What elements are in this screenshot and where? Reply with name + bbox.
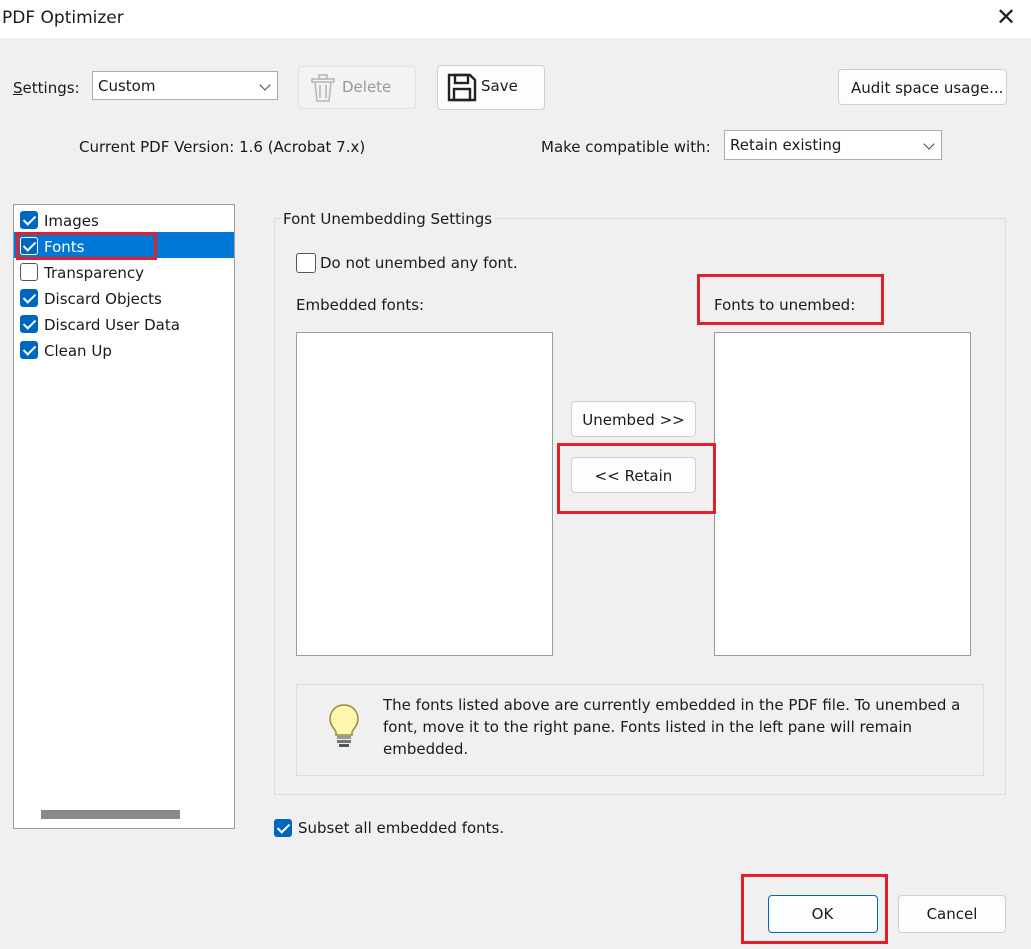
trash-icon [311, 74, 335, 102]
embedded-fonts-label: Embedded fonts: [296, 296, 425, 314]
chevron-down-icon [923, 138, 935, 150]
settings-select[interactable]: Custom [92, 71, 278, 100]
category-label: Discard Objects [44, 290, 162, 308]
save-button[interactable]: Save [437, 65, 545, 110]
category-item-fonts[interactable]: Fonts [20, 236, 220, 258]
save-icon [447, 73, 477, 102]
category-item-discard-user-data[interactable]: Discard User Data [20, 314, 220, 336]
fonts-to-unembed-label: Fonts to unembed: [714, 296, 856, 314]
compat-value: Retain existing [730, 136, 842, 154]
settings-label-text: ettings: [22, 79, 80, 97]
category-item-discard-objects[interactable]: Discard Objects [20, 288, 220, 310]
delete-label: Delete [342, 78, 392, 96]
transparency-checkbox[interactable] [20, 263, 38, 281]
unembed-label: Unembed >> [582, 411, 685, 429]
category-item-images[interactable]: Images [20, 210, 220, 232]
category-list: Images Fonts Transparency Discard Object… [13, 204, 235, 829]
category-label: Clean Up [44, 342, 112, 360]
settings-label: Settings: [13, 79, 80, 97]
fonts-to-unembed-list[interactable] [714, 332, 971, 656]
audit-space-usage-button[interactable]: Audit space usage... [838, 69, 1007, 105]
subset-label: Subset all embedded fonts. [298, 819, 505, 837]
subset-checkbox[interactable] [274, 819, 292, 837]
category-label: Fonts [44, 238, 85, 256]
save-label: Save [481, 77, 518, 95]
close-icon[interactable]: ✕ [994, 4, 1018, 30]
discard-user-data-checkbox[interactable] [20, 315, 38, 333]
cancel-label: Cancel [926, 905, 978, 923]
delete-button[interactable]: Delete [298, 66, 416, 109]
ok-label: OK [811, 905, 834, 923]
retain-button[interactable]: << Retain [571, 457, 696, 493]
group-title: Font Unembedding Settings [281, 210, 495, 228]
info-text: The fonts listed above are currently emb… [383, 696, 961, 758]
compat-label: Make compatible with: [541, 138, 711, 156]
discard-objects-checkbox[interactable] [20, 289, 38, 307]
settings-value: Custom [98, 77, 156, 95]
do-not-unembed-option[interactable]: Do not unembed any font. [296, 252, 556, 276]
window-title: PDF Optimizer [2, 8, 124, 28]
category-label: Discard User Data [44, 316, 180, 334]
cancel-button[interactable]: Cancel [898, 895, 1006, 933]
clean-up-checkbox[interactable] [20, 341, 38, 359]
subset-option[interactable]: Subset all embedded fonts. [274, 817, 514, 841]
category-label: Transparency [44, 264, 145, 282]
horizontal-scrollbar[interactable] [41, 810, 180, 819]
retain-label: << Retain [594, 467, 673, 485]
embedded-fonts-list[interactable] [296, 332, 553, 656]
title-bar [0, 0, 1031, 38]
info-box: The fonts listed above are currently emb… [296, 684, 984, 776]
ok-button[interactable]: OK [768, 895, 878, 933]
do-not-unembed-label: Do not unembed any font. [320, 254, 518, 272]
images-checkbox[interactable] [20, 211, 38, 229]
do-not-unembed-checkbox[interactable] [296, 253, 316, 273]
unembed-button[interactable]: Unembed >> [571, 401, 696, 437]
lightbulb-icon [329, 704, 359, 747]
category-item-transparency[interactable]: Transparency [20, 262, 220, 284]
compat-select[interactable]: Retain existing [724, 130, 942, 160]
category-item-clean-up[interactable]: Clean Up [20, 340, 220, 362]
fonts-checkbox[interactable] [20, 237, 38, 255]
chevron-down-icon [259, 79, 271, 91]
audit-label: Audit space usage... [851, 79, 1004, 97]
category-label: Images [44, 212, 99, 230]
current-version-text: Current PDF Version: 1.6 (Acrobat 7.x) [79, 138, 366, 156]
